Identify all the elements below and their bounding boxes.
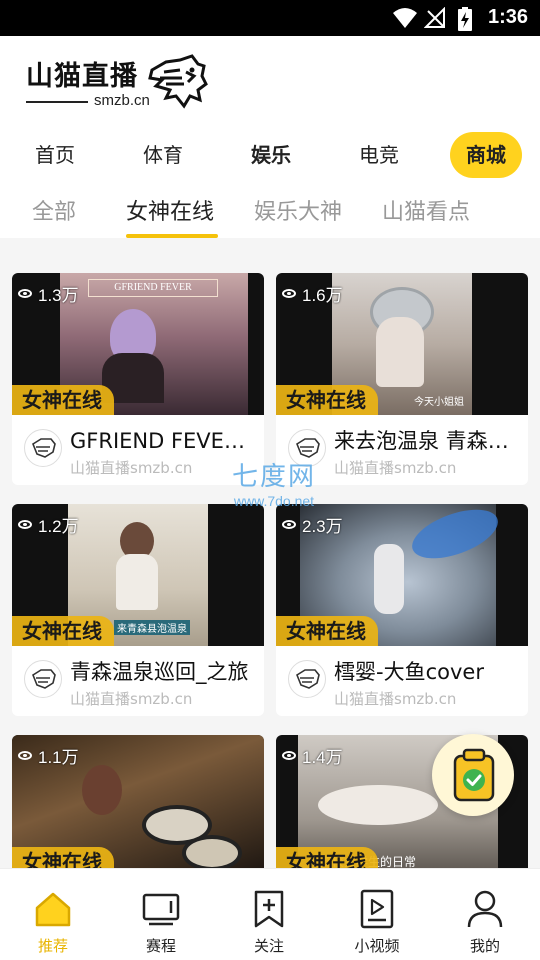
- no-signal-icon: [424, 7, 445, 28]
- thumbnail-caption: GFRIEND FEVER: [88, 279, 218, 297]
- video-thumbnail[interactable]: 来青森县泡温泉 1.2万 女神在线: [12, 504, 264, 646]
- floating-task-button[interactable]: [432, 734, 514, 816]
- eye-icon: [282, 751, 296, 760]
- view-count: 1.4万: [282, 743, 343, 768]
- nav-label: 赛程: [145, 937, 176, 955]
- view-count: 1.3万: [18, 281, 79, 306]
- nav-schedule[interactable]: 赛程: [116, 881, 206, 957]
- lynx-avatar-icon: [296, 438, 320, 458]
- video-author: 山猫直播smzb.cn: [334, 459, 457, 477]
- video-title[interactable]: 樰婴-大鱼cover: [334, 656, 522, 686]
- video-title[interactable]: 青森温泉巡回_之旅: [70, 656, 258, 686]
- video-card[interactable]: 1.1万 女神在线: [12, 735, 264, 868]
- subtab-all[interactable]: 全部: [32, 194, 76, 226]
- logo-text: 山猫直播: [26, 61, 138, 92]
- tab-home[interactable]: 首页: [30, 132, 80, 178]
- category-tag: 女神在线: [12, 616, 114, 646]
- video-author: 山猫直播smzb.cn: [70, 690, 193, 708]
- nav-label: 我的: [469, 937, 500, 955]
- lynx-logo-icon: [148, 54, 208, 109]
- tab-esports[interactable]: 电竞: [354, 132, 404, 178]
- eye-icon: [282, 520, 296, 529]
- user-icon: [467, 890, 503, 928]
- view-count: 2.3万: [282, 512, 343, 537]
- video-info: 青森温泉巡回_之旅 山猫直播smzb.cn: [12, 646, 264, 716]
- status-bar: 1:36: [0, 0, 540, 36]
- video-card[interactable]: 来青森县泡温泉 1.2万 女神在线 青森温泉巡回_之旅 山猫直播smzb.cn: [12, 504, 264, 716]
- category-tag: 女神在线: [12, 385, 114, 415]
- video-author: 山猫直播smzb.cn: [334, 690, 457, 708]
- avatar[interactable]: [24, 660, 62, 698]
- clipboard-check-icon: [453, 748, 495, 802]
- video-thumbnail[interactable]: 今天小姐姐 1.6万 女神在线: [276, 273, 528, 415]
- video-info: 来去泡温泉 青森温泉 山猫直播smzb.cn: [276, 415, 528, 485]
- subtab-goddess-online[interactable]: 女神在线: [126, 194, 214, 226]
- main-category-tabs: 首页 体育 娱乐 电竞 商城: [0, 130, 540, 184]
- home-icon: [35, 892, 71, 927]
- bookmark-plus-icon: [254, 890, 284, 928]
- clock: 1:36: [487, 6, 528, 28]
- avatar[interactable]: [288, 660, 326, 698]
- video-info: 樰婴-大鱼cover 山猫直播smzb.cn: [276, 646, 528, 716]
- avatar[interactable]: [288, 429, 326, 467]
- app-header: 山猫直播 smzb.cn: [0, 36, 540, 126]
- tab-entertainment[interactable]: 娱乐: [246, 132, 296, 178]
- video-card[interactable]: 今天小姐姐 1.6万 女神在线 来去泡温泉 青森温泉 山猫直播smzb.cn: [276, 273, 528, 485]
- battery-charging-icon: [458, 7, 472, 31]
- app-logo[interactable]: 山猫直播 smzb.cn: [26, 50, 216, 114]
- bottom-navigation: 推荐 赛程 关注 小视频 我的: [0, 868, 540, 960]
- tab-sports[interactable]: 体育: [138, 132, 188, 178]
- video-thumbnail[interactable]: 1.1万 女神在线: [12, 735, 264, 868]
- lynx-avatar-icon: [32, 438, 56, 458]
- eye-icon: [18, 520, 32, 529]
- thumbnail-caption: 来青森县泡温泉: [114, 620, 190, 635]
- video-thumbnail[interactable]: GFRIEND FEVER 1.3万 女神在线: [12, 273, 264, 415]
- view-count: 1.1万: [18, 743, 79, 768]
- tab-mall[interactable]: 商城: [450, 132, 522, 178]
- eye-icon: [18, 751, 32, 760]
- nav-label: 推荐: [37, 937, 68, 955]
- logo-underline: [26, 101, 88, 103]
- video-thumbnail[interactable]: 2.3万 女神在线: [276, 504, 528, 646]
- video-card[interactable]: 2.3万 女神在线 樰婴-大鱼cover 山猫直播smzb.cn: [276, 504, 528, 716]
- avatar[interactable]: [24, 429, 62, 467]
- category-tag: 女神在线: [276, 385, 378, 415]
- view-count: 1.2万: [18, 512, 79, 537]
- subtab-entertainment-stars[interactable]: 娱乐大神: [254, 194, 342, 226]
- wifi-icon: [393, 8, 417, 28]
- monitor-icon: [142, 893, 180, 926]
- logo-domain: smzb.cn: [94, 92, 150, 109]
- category-tag: 女神在线: [276, 847, 378, 868]
- nav-profile[interactable]: 我的: [440, 881, 530, 957]
- category-tag: 女神在线: [276, 616, 378, 646]
- video-doc-icon: [360, 889, 394, 929]
- nav-follow[interactable]: 关注: [224, 881, 314, 957]
- sub-category-tabs: 全部 女神在线 娱乐大神 山猫看点: [0, 190, 540, 240]
- eye-icon: [282, 289, 296, 298]
- video-info: GFRIEND FEVER舞蹈... 山猫直播smzb.cn: [12, 415, 264, 485]
- video-title[interactable]: GFRIEND FEVER舞蹈...: [70, 425, 258, 455]
- nav-label: 关注: [253, 937, 284, 955]
- eye-icon: [18, 289, 32, 298]
- subtab-lynx-highlights[interactable]: 山猫看点: [382, 194, 470, 226]
- nav-short-video[interactable]: 小视频: [332, 881, 422, 957]
- video-author: 山猫直播smzb.cn: [70, 459, 193, 477]
- thumbnail-caption: 今天小姐姐: [414, 397, 464, 408]
- nav-recommend[interactable]: 推荐: [8, 881, 98, 957]
- lynx-avatar-icon: [32, 669, 56, 689]
- video-title[interactable]: 来去泡温泉 青森温泉: [334, 425, 522, 455]
- view-count: 1.6万: [282, 281, 343, 306]
- video-card[interactable]: GFRIEND FEVER 1.3万 女神在线 GFRIEND FEVER舞蹈.…: [12, 273, 264, 485]
- category-tag: 女神在线: [12, 847, 114, 868]
- lynx-avatar-icon: [296, 669, 320, 689]
- nav-label: 小视频: [354, 937, 400, 955]
